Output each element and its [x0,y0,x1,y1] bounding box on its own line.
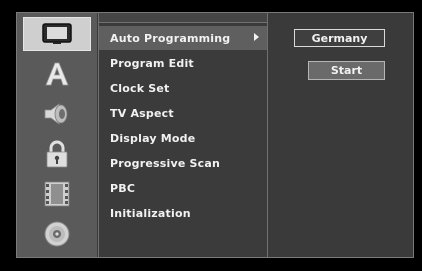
menu-item-label: Auto Programming [110,31,231,45]
disc-icon [44,221,70,247]
language-a-icon [45,62,69,86]
category-audio[interactable] [23,97,91,131]
category-lock[interactable] [23,137,91,171]
menu-item-label: TV Aspect [110,106,174,120]
menu-item-label: Clock Set [110,81,170,95]
tv-icon [42,23,72,44]
setup-menu-screen: Auto Programming Program Edit Clock Set … [0,0,422,271]
category-icon-column [17,13,97,257]
category-tv[interactable] [23,17,91,51]
category-video[interactable] [23,177,91,211]
menu-item-program-edit[interactable]: Program Edit [99,51,267,75]
options-panel: Germany Start [269,13,413,257]
film-icon [44,181,70,207]
speaker-icon [44,103,68,125]
menu-item-label: Initialization [110,206,191,220]
menu-item-label: Program Edit [110,56,194,70]
menu-top-divider [99,13,267,23]
country-select[interactable]: Germany [294,29,385,47]
setup-menu-list: Auto Programming Program Edit Clock Set … [98,13,268,257]
menu-item-auto-programming[interactable]: Auto Programming [99,26,267,50]
menu-item-clock-set[interactable]: Clock Set [99,76,267,100]
chevron-right-icon [254,33,259,41]
category-disc[interactable] [23,217,91,251]
menu-item-label: Progressive Scan [110,156,221,170]
menu-item-label: PBC [110,181,136,195]
lock-icon [46,140,68,168]
start-button[interactable]: Start [308,61,385,80]
category-language[interactable] [23,57,91,91]
menu-item-initialization[interactable]: Initialization [99,201,267,225]
menu-item-pbc[interactable]: PBC [99,176,267,200]
menu-item-display-mode[interactable]: Display Mode [99,126,267,150]
menu-item-label: Display Mode [110,131,196,145]
menu-item-progressive-scan[interactable]: Progressive Scan [99,151,267,175]
menu-item-tv-aspect[interactable]: TV Aspect [99,101,267,125]
